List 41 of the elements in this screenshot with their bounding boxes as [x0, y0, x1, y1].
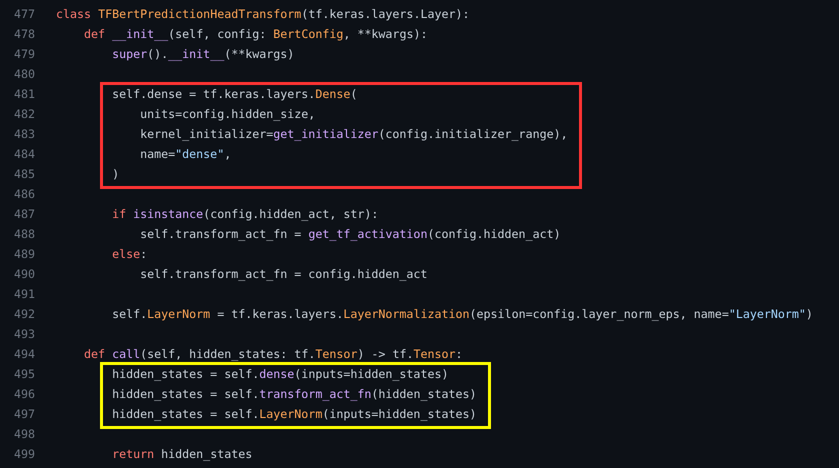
- code-line: hidden_states = self.dense(inputs=hidden_states): [111, 366, 448, 383]
- code-line: self.LayerNorm = tf.keras.layers.LayerNormalization(epsilon=config.layer_norm_eps, name="LayerNorm"): [111, 306, 813, 323]
- code-line: hidden_states = self.LayerNorm(inputs=hidden_states): [111, 406, 477, 423]
- code-line: def __init__(self, config: BertConfig, **kwargs):: [83, 26, 428, 43]
- line-number: 499: [12, 446, 35, 463]
- code-line: hidden_states = self.transform_act_fn(hidden_states): [111, 386, 477, 403]
- code-line: def call(self, hidden_states: tf.Tensor) -> tf.Tensor:: [83, 346, 463, 363]
- line-number: 486: [12, 186, 35, 203]
- code-line: self.transform_act_fn = config.hidden_act: [139, 266, 428, 283]
- code-line: else:: [111, 246, 148, 263]
- code-line: class TFBertPredictionHeadTransform(tf.keras.layers.Layer):: [56, 6, 470, 23]
- line-number: 490: [12, 266, 35, 283]
- code-line: self.transform_act_fn = get_tf_activation(config.hidden_act): [139, 226, 561, 243]
- line-number: 485: [12, 166, 35, 183]
- line-number: 482: [12, 106, 35, 123]
- line-number: 479: [12, 46, 35, 63]
- line-number: 481: [12, 86, 35, 103]
- line-number: 494: [12, 346, 35, 363]
- line-number: 477: [12, 6, 35, 23]
- line-number: 488: [12, 226, 35, 243]
- code-line: return hidden_states: [111, 446, 252, 463]
- line-number: 489: [12, 246, 35, 263]
- line-number: 478: [12, 26, 35, 43]
- code-line: units=config.hidden_size,: [139, 106, 316, 123]
- line-number: 498: [12, 426, 35, 443]
- line-number: 483: [12, 126, 35, 143]
- line-number: 484: [12, 146, 35, 163]
- line-number: 496: [12, 386, 35, 403]
- code-line: name="dense",: [139, 146, 232, 163]
- line-number: 497: [12, 406, 35, 423]
- line-number: 480: [12, 66, 35, 83]
- code-line: kernel_initializer=get_initializer(config.initializer_range),: [139, 126, 568, 143]
- line-number: 491: [12, 286, 35, 303]
- code-line: self.dense = tf.keras.layers.Dense(: [111, 86, 358, 103]
- line-number: 487: [12, 206, 35, 223]
- line-number: 495: [12, 366, 35, 383]
- line-number: 493: [12, 326, 35, 343]
- line-number: 492: [12, 306, 35, 323]
- code-line: super().__init__(**kwargs): [111, 46, 294, 63]
- code-line: ): [111, 166, 120, 183]
- code-line: if isinstance(config.hidden_act, str):: [111, 206, 378, 223]
